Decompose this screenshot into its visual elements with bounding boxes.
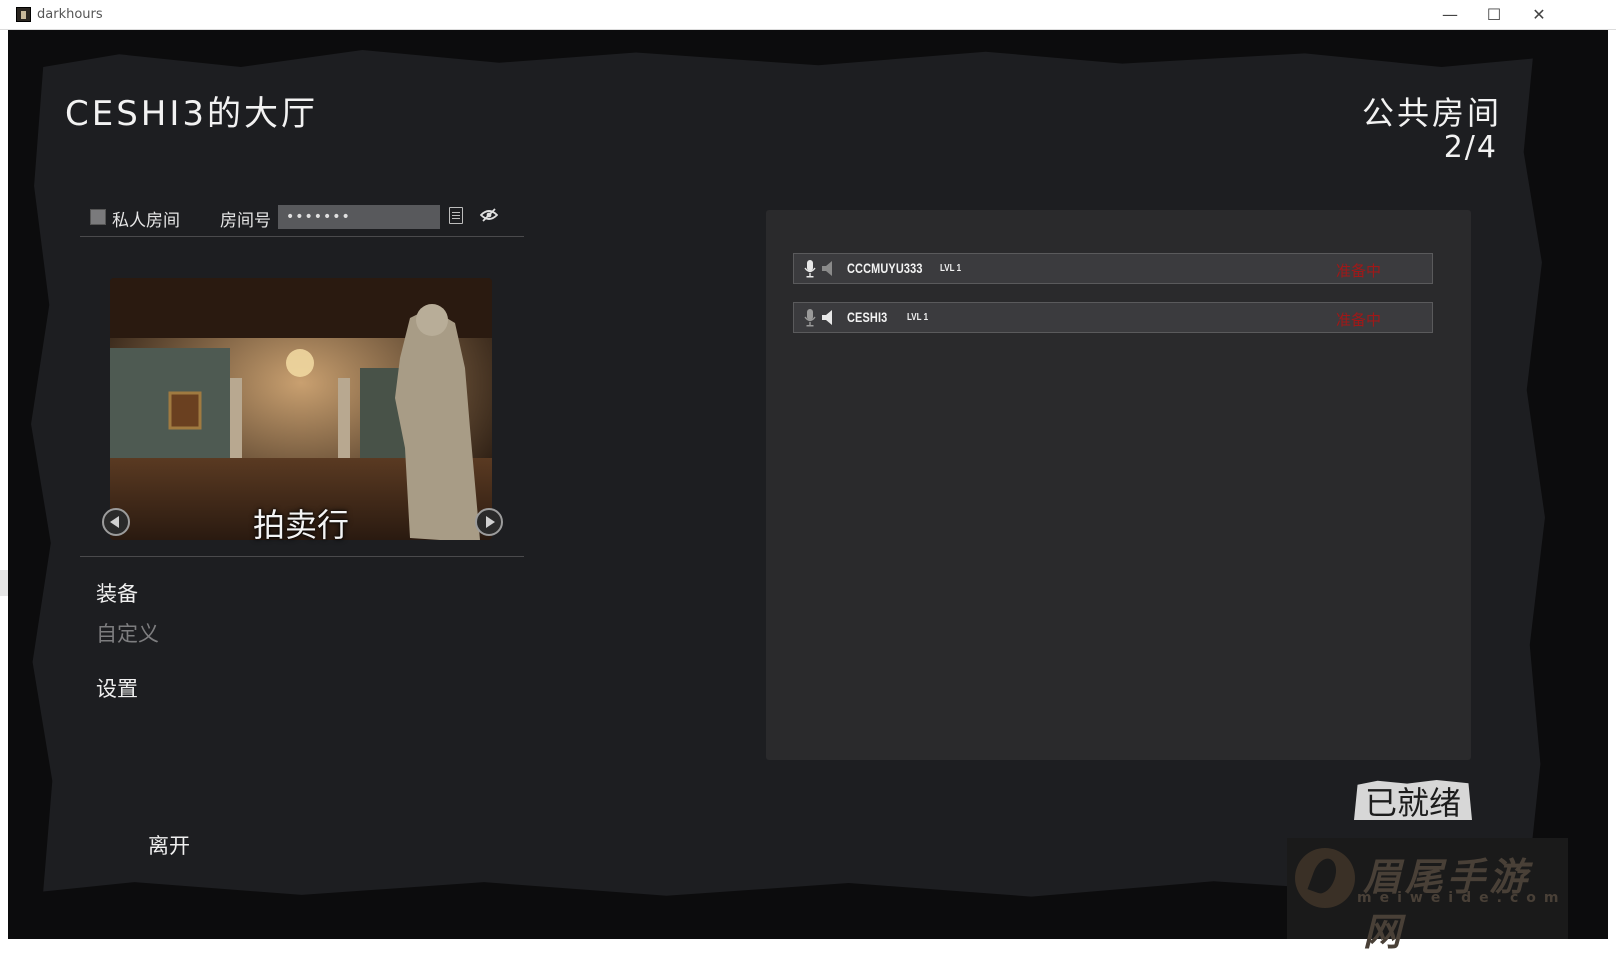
eye-hidden-icon[interactable] [480, 208, 498, 222]
lobby-title: CESHI3的大厅 [65, 94, 319, 134]
player-level: LVL 1 [940, 263, 962, 274]
watermark-logo-icon [1295, 848, 1355, 908]
player-row[interactable]: CCCMUYU333 LVL 1 准备中 [793, 253, 1433, 284]
player-status: 准备中 [1336, 262, 1382, 280]
menu-settings[interactable]: 设置 [96, 673, 138, 703]
menu-equipment[interactable]: 装备 [96, 578, 138, 608]
speaker-icon[interactable] [821, 310, 835, 325]
microphone-icon[interactable] [804, 309, 816, 327]
minimize-button[interactable]: — [1427, 0, 1473, 30]
close-button[interactable]: ✕ [1516, 0, 1562, 30]
microphone-icon[interactable] [804, 260, 816, 278]
room-number-field[interactable] [278, 205, 440, 229]
player-list-panel: CCCMUYU333 LVL 1 准备中 CESHI3 LVL 1 准备中 [766, 210, 1471, 760]
watermark-url: meiweide.com [1357, 890, 1567, 906]
divider [80, 556, 524, 557]
player-level: LVL 1 [907, 312, 929, 323]
player-name: CCCMUYU333 [847, 260, 923, 276]
copy-icon[interactable] [449, 207, 463, 224]
background-window-edge [0, 570, 8, 596]
ready-button[interactable]: 已就绪 [1354, 780, 1472, 820]
menu-customize[interactable]: 自定义 [96, 618, 159, 648]
leave-button[interactable]: 离开 [148, 830, 190, 860]
private-room-label: 私人房间 [112, 211, 180, 231]
previous-map-arrow-icon[interactable] [102, 508, 130, 536]
private-room-checkbox[interactable] [90, 209, 106, 225]
player-status: 准备中 [1336, 311, 1382, 329]
app-icon [16, 7, 31, 22]
player-name: CESHI3 [847, 309, 888, 325]
room-number-label: 房间号 [220, 211, 271, 231]
map-name: 拍卖行 [252, 506, 349, 544]
watermark: 眉尾手游网 meiweide.com [1287, 838, 1568, 954]
speaker-icon[interactable] [821, 261, 835, 276]
room-settings-row: 私人房间 房间号 [80, 202, 524, 237]
next-map-arrow-icon[interactable] [475, 508, 503, 536]
room-type-label: 公共房间 [1361, 94, 1502, 132]
player-count: 2/4 [1443, 130, 1498, 165]
window-title: darkhours [37, 7, 103, 22]
window-titlebar[interactable]: darkhours — ☐ ✕ [0, 0, 1616, 30]
maximize-button[interactable]: ☐ [1471, 0, 1517, 30]
player-row[interactable]: CESHI3 LVL 1 准备中 [793, 302, 1433, 333]
